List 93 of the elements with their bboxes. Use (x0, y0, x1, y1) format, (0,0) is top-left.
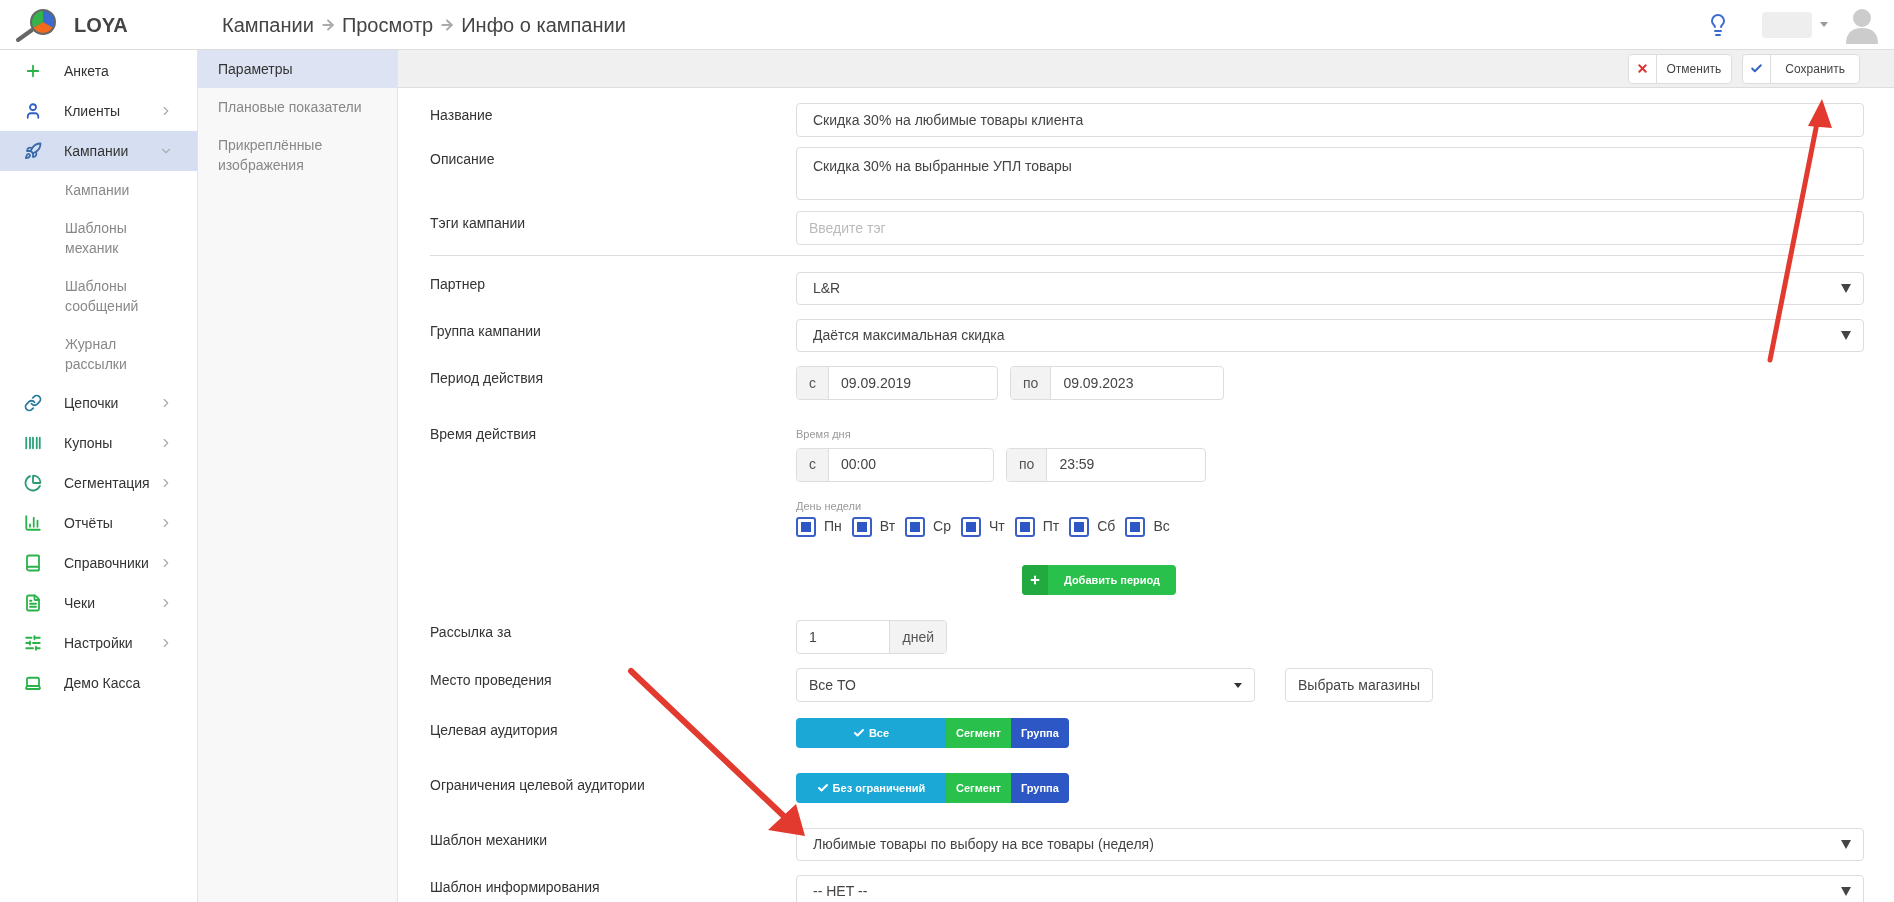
audience-option[interactable]: Группа (1010, 773, 1069, 803)
section-nav-item[interactable]: Параметры (198, 50, 397, 88)
laptop-icon (24, 674, 42, 692)
text-field[interactable]: Скидка 30% на любимые товары клиента (796, 103, 1864, 137)
field-label: Рассылка за (430, 623, 513, 642)
weekday-label: Сб (1097, 517, 1116, 536)
dropdown-caret-icon (1234, 682, 1242, 688)
sidebar-item[interactable]: Сегментация (0, 463, 197, 503)
time-from-field[interactable]: с 00:00 (796, 447, 994, 482)
weekday-label: Ср (933, 517, 951, 536)
weekday-checkbox[interactable] (1069, 516, 1090, 537)
sidebar-item[interactable]: Отчёты (0, 503, 197, 543)
document-icon (24, 594, 42, 612)
input-addon: по (1011, 367, 1052, 399)
weekday-checkbox[interactable] (961, 516, 981, 537)
caret-icon[interactable] (1820, 22, 1828, 27)
sidebar-subitem[interactable]: Кампании (0, 171, 197, 209)
date-from-field[interactable]: с 09.09.2019 (796, 366, 998, 400)
field-label: Группа кампании (430, 322, 542, 341)
book-icon (24, 554, 42, 572)
sidebar-item[interactable]: Настройки (0, 623, 197, 663)
sidebar-subitem[interactable]: Журнал рассылки (0, 325, 197, 383)
breadcrumb[interactable]: Просмотр (341, 9, 434, 40)
time-to-field[interactable]: по 23:59 (1006, 447, 1206, 482)
field-label: Название (430, 106, 494, 125)
field-caption: День недели (796, 498, 863, 514)
close-icon (1635, 62, 1649, 75)
date-to-field[interactable]: по 09.09.2023 (1010, 366, 1224, 400)
field-label: Описание (430, 150, 496, 169)
cancel-button[interactable]: Отменить (1627, 53, 1733, 84)
number-field[interactable]: 1 дней (796, 620, 947, 654)
weekday-label: Пт (1042, 517, 1060, 536)
field-label: Период действия (430, 369, 545, 388)
sidebar-subitem[interactable]: Шаблоны механик (0, 209, 197, 267)
weekday-label: Вт (879, 517, 896, 536)
sidebar-item[interactable]: Анкета (0, 51, 197, 91)
weekday-checkbox[interactable] (1125, 516, 1146, 537)
save-button[interactable]: Сохранить (1742, 53, 1860, 84)
sliders-icon (24, 634, 42, 652)
barcode-icon (24, 434, 42, 452)
audience-option[interactable]: Группа (1010, 718, 1069, 748)
choose-stores-button[interactable]: Выбрать магазины (1285, 668, 1434, 702)
input-addon: с (797, 367, 829, 399)
field-label: Партнер (430, 275, 487, 294)
sidebar-item[interactable]: Купоны (0, 423, 197, 463)
sidebar-subitem[interactable]: Шаблоны сообщений (0, 267, 197, 325)
dropdown-caret-icon (1841, 840, 1851, 849)
sidebar-item[interactable]: Цепочки (0, 383, 197, 423)
field-label: Шаблон механики (430, 831, 548, 850)
select-field[interactable]: Даётся максимальная скидка (796, 319, 1864, 352)
check-icon (852, 727, 865, 739)
input-addon: по (1007, 448, 1048, 481)
plus-icon (1029, 574, 1041, 586)
sidebar-item[interactable]: Чеки (0, 583, 197, 623)
sidebar-item[interactable]: Клиенты (0, 91, 197, 131)
field-caption: Время дня (796, 427, 852, 442)
field-label: Ограничения целевой аудитории (430, 776, 646, 795)
plus-icon (24, 62, 42, 80)
sidebar-item[interactable]: Демо Касса (0, 663, 197, 703)
field-label: Целевая аудитория (430, 721, 559, 740)
dropdown-caret-icon (1841, 284, 1851, 293)
field-label: Место проведения (430, 671, 553, 690)
check-icon (816, 782, 829, 794)
sidebar-item[interactable]: Справочники (0, 543, 197, 583)
input-addon: дней (889, 621, 946, 653)
weekday-checkbox[interactable] (851, 516, 872, 537)
weekday-checkbox[interactable] (796, 516, 816, 537)
breadcrumb[interactable]: Кампании (222, 9, 314, 40)
weekday-label: Чт (989, 517, 1005, 536)
user-icon (24, 102, 42, 120)
sidebar-item[interactable]: Кампании (0, 131, 197, 171)
check-icon (1750, 62, 1764, 75)
select-field[interactable]: -- НЕТ -- (796, 875, 1864, 902)
select-field[interactable]: Любимые товары по выбору на все товары (неделя) (796, 828, 1864, 861)
weekday-checkbox[interactable] (1014, 516, 1035, 537)
select-field[interactable]: Все ТО (796, 668, 1255, 702)
rocket-icon (24, 142, 42, 160)
logo-text: LOYA (74, 12, 128, 38)
weekday-label: Вс (1153, 517, 1170, 536)
dropdown-caret-icon (1841, 331, 1851, 340)
field-label: Тэги кампании (430, 214, 527, 233)
input-addon: с (797, 448, 829, 481)
field-label: Шаблон информирования (430, 878, 601, 897)
description-textarea[interactable]: Скидка 30% на выбранные УПЛ товары (796, 147, 1864, 200)
chain-link-icon (24, 394, 42, 412)
breadcrumb: Инфо о кампании (461, 12, 626, 38)
weekday-label: Пн (824, 517, 842, 536)
pie-chart-icon (24, 474, 42, 492)
field-label: Время действия (430, 425, 538, 444)
weekday-checkbox[interactable] (905, 516, 926, 537)
select-field[interactable]: L&R (796, 272, 1864, 305)
bar-chart-icon (24, 514, 42, 532)
dropdown-caret-icon (1841, 887, 1851, 896)
